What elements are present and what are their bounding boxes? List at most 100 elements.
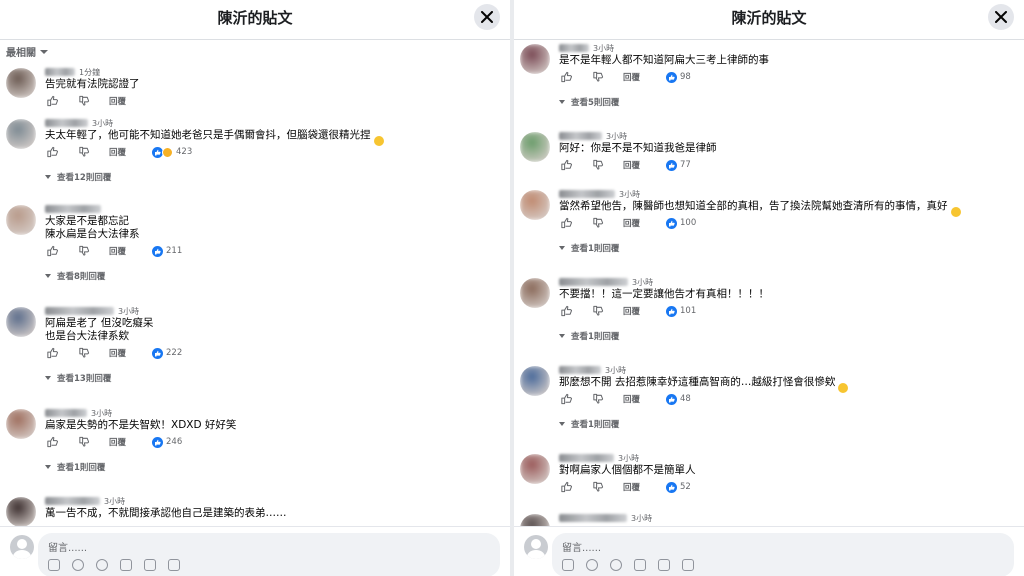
thumbs-up-icon[interactable]	[559, 71, 573, 83]
thumbs-down-icon[interactable]	[77, 436, 91, 448]
camera-icon[interactable]	[120, 559, 132, 571]
thumbs-down-icon[interactable]	[591, 71, 605, 83]
view-replies-link[interactable]: 查看1則回覆	[559, 418, 619, 430]
reaction-summary[interactable]: 100	[666, 217, 696, 229]
comment-time[interactable]: 3小時	[632, 277, 653, 288]
author-name[interactable]	[559, 366, 601, 374]
author-name[interactable]	[559, 132, 602, 140]
close-button[interactable]	[474, 4, 500, 30]
view-replies-link[interactable]: 查看1則回覆	[559, 242, 619, 254]
thumbs-up-icon[interactable]	[45, 146, 59, 158]
view-replies-link[interactable]: 查看12則回覆	[45, 171, 111, 183]
comment-time[interactable]: 3小時	[118, 306, 139, 317]
reply-button[interactable]: 回覆	[623, 71, 640, 83]
emoji-icon[interactable]	[586, 559, 598, 571]
author-name[interactable]	[45, 205, 101, 213]
thumbs-up-icon[interactable]	[559, 159, 573, 171]
avatar-sticker-icon[interactable]	[562, 559, 574, 571]
avatar[interactable]	[520, 454, 550, 484]
author-name[interactable]	[559, 278, 628, 286]
comment-time[interactable]: 3小時	[618, 453, 639, 464]
camera-icon[interactable]	[634, 559, 646, 571]
thumbs-up-icon[interactable]	[559, 217, 573, 229]
author-name[interactable]	[45, 119, 88, 127]
comment-time[interactable]: 3小時	[606, 131, 627, 142]
thumbs-up-icon[interactable]	[559, 305, 573, 317]
avatar-sticker-icon[interactable]	[48, 559, 60, 571]
close-button[interactable]	[988, 4, 1014, 30]
reply-button[interactable]: 回覆	[623, 305, 640, 317]
smile-icon[interactable]	[610, 559, 622, 571]
reaction-summary[interactable]: 52	[666, 481, 691, 493]
view-replies-link[interactable]: 查看13則回覆	[45, 372, 111, 384]
comment-time[interactable]: 3小時	[92, 118, 113, 129]
reply-button[interactable]: 回覆	[623, 217, 640, 229]
thumbs-up-icon[interactable]	[45, 347, 59, 359]
sticker-icon[interactable]	[168, 559, 180, 571]
view-replies-link[interactable]: 查看5則回覆	[559, 96, 619, 108]
sticker-icon[interactable]	[682, 559, 694, 571]
avatar[interactable]	[6, 68, 36, 98]
thumbs-down-icon[interactable]	[591, 393, 605, 405]
emoji-icon[interactable]	[72, 559, 84, 571]
author-name[interactable]	[45, 409, 87, 417]
reply-button[interactable]: 回覆	[623, 393, 640, 405]
avatar[interactable]	[520, 366, 550, 396]
thumbs-down-icon[interactable]	[77, 245, 91, 257]
reaction-summary[interactable]: 77	[666, 159, 691, 171]
reply-button[interactable]: 回覆	[623, 159, 640, 171]
smile-icon[interactable]	[96, 559, 108, 571]
comment-time[interactable]: 3小時	[91, 408, 112, 419]
thumbs-down-icon[interactable]	[77, 146, 91, 158]
author-name[interactable]	[45, 307, 114, 315]
avatar[interactable]	[6, 307, 36, 337]
avatar[interactable]	[6, 205, 36, 235]
reply-button[interactable]: 回覆	[109, 146, 126, 158]
reply-button[interactable]: 回覆	[109, 95, 126, 107]
reaction-summary[interactable]: 211	[152, 245, 182, 257]
author-name[interactable]	[45, 68, 75, 76]
reaction-summary[interactable]: 423	[152, 146, 192, 158]
avatar[interactable]	[520, 44, 550, 74]
reply-button[interactable]: 回覆	[109, 245, 126, 257]
comment-time[interactable]: 3小時	[605, 365, 626, 376]
avatar[interactable]	[6, 119, 36, 149]
comment-time[interactable]: 3小時	[619, 189, 640, 200]
thumbs-down-icon[interactable]	[591, 481, 605, 493]
gif-icon[interactable]	[144, 559, 156, 571]
reaction-summary[interactable]: 101	[666, 305, 696, 317]
reaction-summary[interactable]: 48	[666, 393, 691, 405]
reply-button[interactable]: 回覆	[109, 347, 126, 359]
avatar[interactable]	[520, 190, 550, 220]
comment-time[interactable]: 3小時	[631, 513, 652, 524]
thumbs-up-icon[interactable]	[45, 95, 59, 107]
avatar[interactable]	[520, 514, 550, 526]
reaction-summary[interactable]: 246	[152, 436, 182, 448]
view-replies-link[interactable]: 查看1則回覆	[45, 461, 105, 473]
comment-time[interactable]: 3小時	[104, 496, 125, 507]
view-replies-link[interactable]: 查看1則回覆	[559, 330, 619, 342]
author-name[interactable]	[559, 44, 589, 52]
reply-button[interactable]: 回覆	[623, 481, 640, 493]
thumbs-up-icon[interactable]	[45, 245, 59, 257]
avatar[interactable]	[520, 132, 550, 162]
thumbs-up-icon[interactable]	[45, 436, 59, 448]
view-replies-link[interactable]: 查看8則回覆	[45, 270, 105, 282]
thumbs-down-icon[interactable]	[77, 95, 91, 107]
comment-time[interactable]: 1分鐘	[79, 67, 100, 78]
avatar[interactable]	[520, 278, 550, 308]
author-name[interactable]	[559, 454, 614, 462]
thumbs-up-icon[interactable]	[559, 481, 573, 493]
reply-button[interactable]: 回覆	[109, 436, 126, 448]
author-name[interactable]	[559, 190, 615, 198]
gif-icon[interactable]	[658, 559, 670, 571]
comment-time[interactable]: 3小時	[593, 43, 614, 54]
thumbs-down-icon[interactable]	[77, 347, 91, 359]
thumbs-down-icon[interactable]	[591, 159, 605, 171]
thumbs-down-icon[interactable]	[591, 217, 605, 229]
thumbs-down-icon[interactable]	[591, 305, 605, 317]
reaction-summary[interactable]: 98	[666, 71, 691, 83]
reaction-summary[interactable]: 222	[152, 347, 182, 359]
avatar[interactable]	[6, 497, 36, 526]
author-name[interactable]	[559, 514, 627, 522]
